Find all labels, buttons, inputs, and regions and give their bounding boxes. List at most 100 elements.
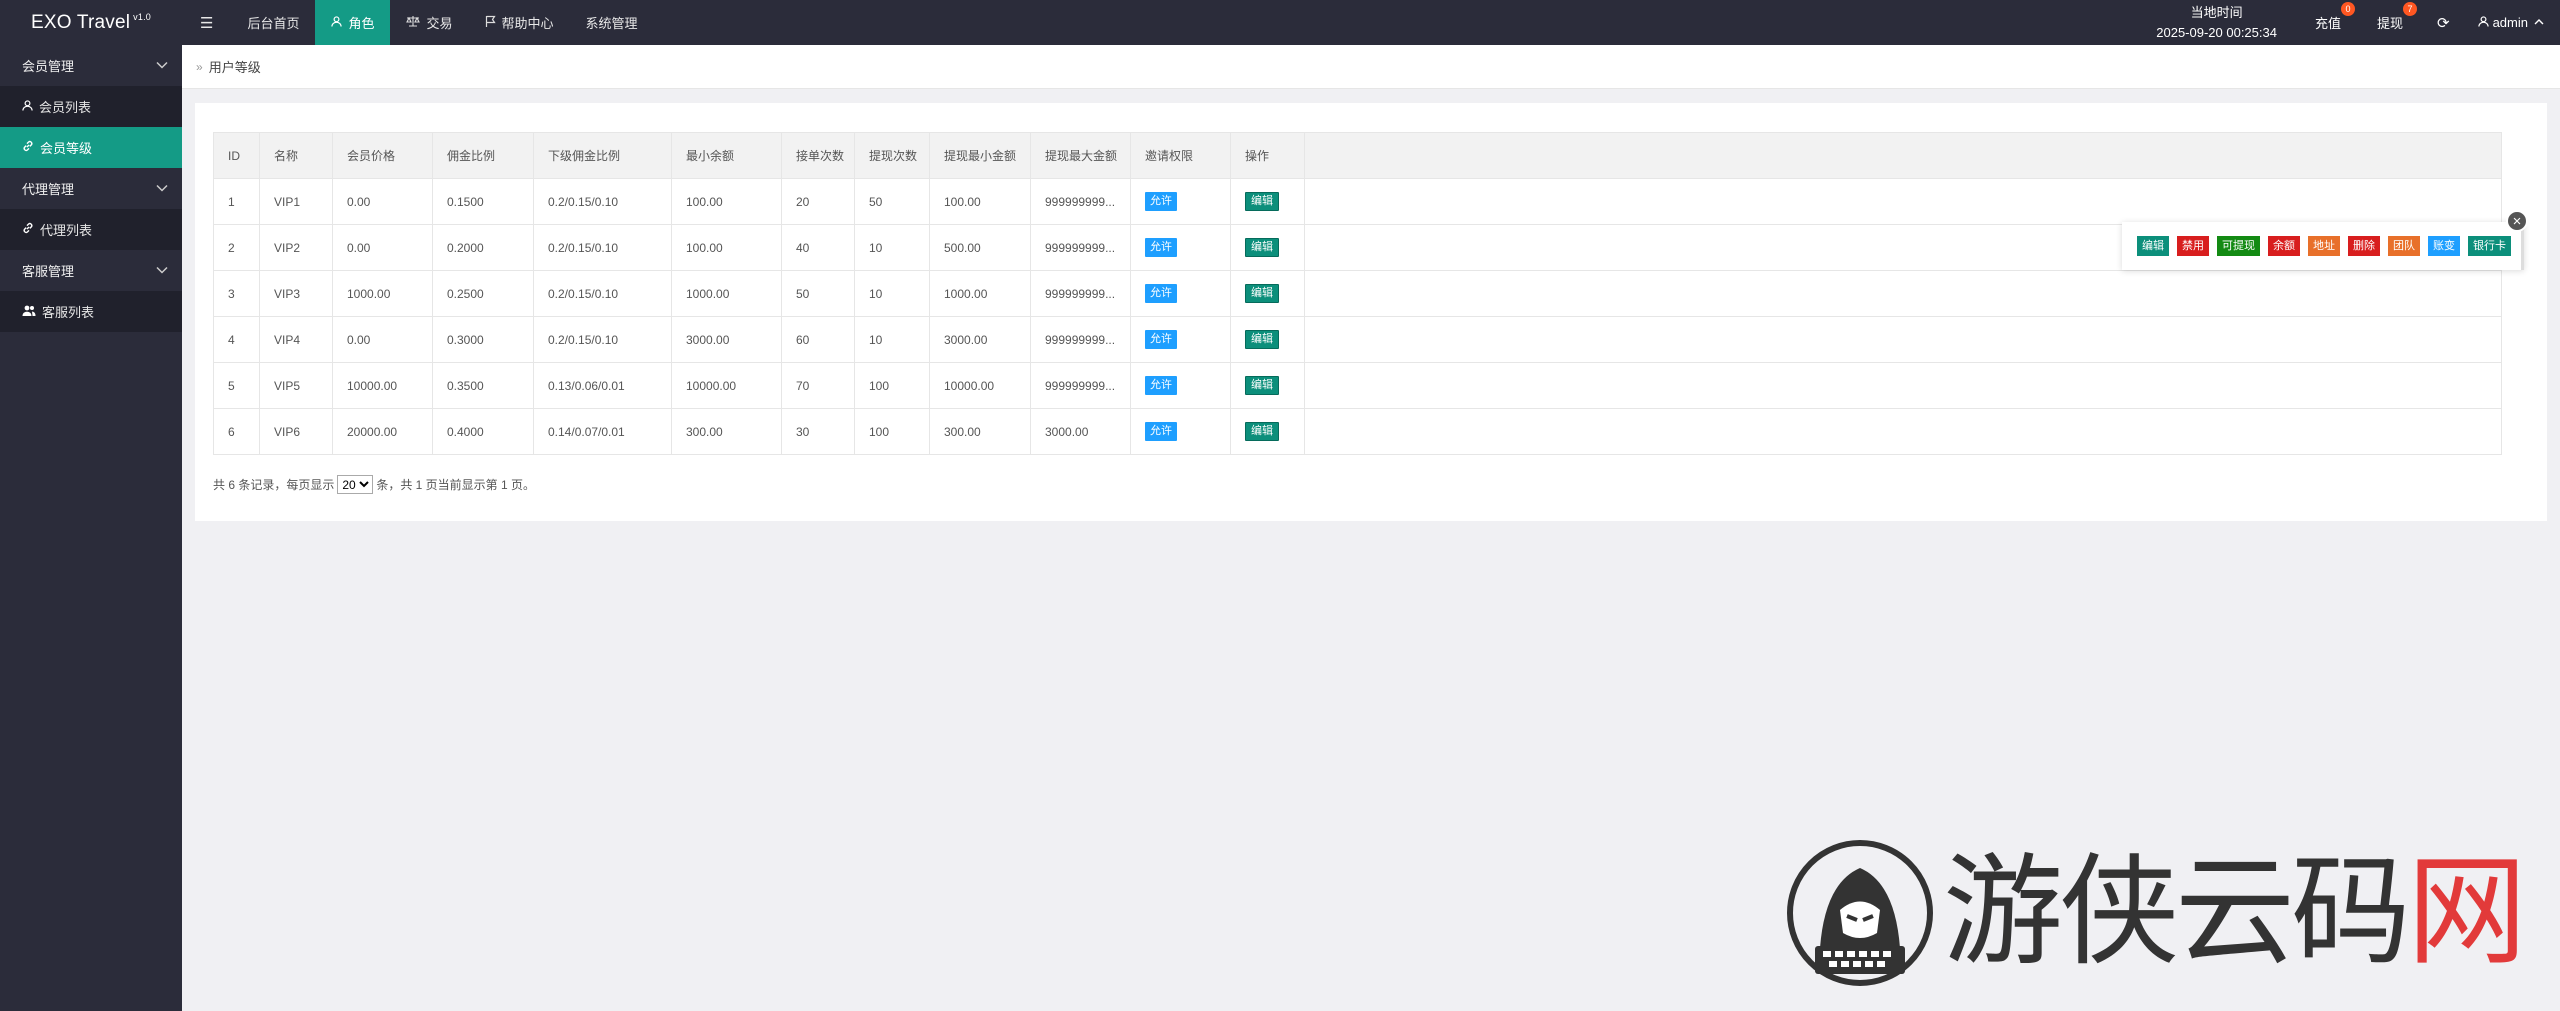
table-cell: 允许 xyxy=(1130,362,1231,409)
table-cell: 999999999... xyxy=(1030,362,1131,409)
invite-permission-button[interactable]: 允许 xyxy=(1145,422,1177,441)
nav-item-help[interactable]: 帮助中心 xyxy=(469,0,570,45)
toolbar-action-button[interactable]: 编辑 xyxy=(2137,236,2169,256)
table-cell: 300.00 xyxy=(929,408,1031,455)
edit-button[interactable]: 编辑 xyxy=(1245,376,1279,395)
column-header[interactable]: 提现最大金额 xyxy=(1030,132,1131,179)
cell-text: 999999999... xyxy=(1045,240,1116,255)
watermark-main: 游侠云码 xyxy=(1943,843,2411,982)
recharge-label: 充值 xyxy=(2314,16,2341,31)
nav-item-home[interactable]: 后台首页 xyxy=(231,0,315,45)
invite-permission-button[interactable]: 允许 xyxy=(1145,192,1177,211)
table-cell: 40 xyxy=(781,224,855,271)
withdraw-button[interactable]: 提现 7 xyxy=(2359,0,2421,45)
edit-button[interactable]: 编辑 xyxy=(1245,238,1279,257)
table-cell: 0.00 xyxy=(332,224,433,271)
sidebar-group-members[interactable]: 会员管理 xyxy=(0,45,182,86)
table-row: 1 VIP1 0.00 0.1500 0.2/0.15/0.10 100.00 20 50 10… xyxy=(213,178,2502,225)
cell-text: 70 xyxy=(796,378,810,393)
brand-logo[interactable]: EXO Travel v1.0 xyxy=(0,0,182,45)
nav-item-system[interactable]: 系统管理 xyxy=(570,0,654,45)
toolbar-action-button[interactable]: 余额 xyxy=(2268,236,2300,256)
invite-permission-button[interactable]: 允许 xyxy=(1145,238,1177,257)
toolbar-action-button[interactable]: 账变 xyxy=(2428,236,2460,256)
recharge-button[interactable]: 充值 0 xyxy=(2297,0,2359,45)
column-header[interactable]: 提现次数 xyxy=(854,132,930,179)
edit-button[interactable]: 编辑 xyxy=(1245,422,1279,441)
user-menu[interactable]: admin xyxy=(2466,0,2560,45)
toolbar-action-button[interactable]: 团队 xyxy=(2388,236,2420,256)
cell-text: VIP3 xyxy=(274,286,301,301)
cell-text: 0.3500 xyxy=(447,378,484,393)
cell-text: 1000.00 xyxy=(347,286,391,301)
cell-text: 0.00 xyxy=(347,332,371,347)
invite-permission-button[interactable]: 允许 xyxy=(1145,330,1177,349)
link-icon xyxy=(22,222,34,237)
sidebar-item-label: 代理列表 xyxy=(40,223,93,238)
table-cell: 0.1500 xyxy=(432,178,534,225)
column-header[interactable]: 邀请权限 xyxy=(1130,132,1231,179)
cell-text: 0.3000 xyxy=(447,332,484,347)
page-size-select[interactable]: 20 xyxy=(337,475,374,494)
column-header[interactable]: 名称 xyxy=(259,132,333,179)
toolbar-action-button[interactable]: 银行卡 xyxy=(2468,236,2511,256)
cell-text: 2 xyxy=(228,240,235,255)
cell-text: 0.00 xyxy=(347,194,371,209)
table-cell: 10000.00 xyxy=(929,362,1031,409)
table-cell-filler xyxy=(1304,362,2502,409)
column-header[interactable]: 操作 xyxy=(1230,132,1305,179)
sidebar-item-member-list[interactable]: 会员列表 xyxy=(0,86,182,127)
toolbar-action-button[interactable]: 删除 xyxy=(2348,236,2380,256)
level-table: ID 名称 会员价格 佣金比例 下级佣金比例 最小余额 接单次数 提现次数 提现… xyxy=(213,132,2502,455)
column-header[interactable]: 会员价格 xyxy=(332,132,433,179)
cell-text: 0.4000 xyxy=(447,424,484,439)
column-header[interactable]: 提现最小金额 xyxy=(929,132,1031,179)
cell-text: 100 xyxy=(869,424,890,439)
toolbar-action-button[interactable]: 禁用 xyxy=(2177,236,2209,256)
watermark-accent: 网 xyxy=(2407,843,2527,982)
pager-suffix: 条，共 1 页当前显示第 1 页。 xyxy=(376,478,536,492)
sidebar-item-member-level[interactable]: 会员等级 xyxy=(0,127,182,168)
toolbar-action-button[interactable]: 可提现 xyxy=(2217,236,2260,256)
pager-prefix: 共 6 条记录，每页显示 xyxy=(213,478,335,492)
invite-permission-button[interactable]: 允许 xyxy=(1145,376,1177,395)
cell-text: VIP1 xyxy=(274,194,301,209)
sidebar-group-agents[interactable]: 代理管理 xyxy=(0,168,182,209)
nav-item-role[interactable]: 角色 xyxy=(315,0,391,45)
floating-action-toolbar: 编辑 禁用 可提现 余额 地址 删除 团队 账变 银行卡 xyxy=(2122,222,2524,270)
top-bar: EXO Travel v1.0 ☰ 后台首页 角色 交易 帮助中心 系统管理 当… xyxy=(0,0,2560,45)
sidebar-item-agent-list[interactable]: 代理列表 xyxy=(0,209,182,250)
table-cell: 10 xyxy=(854,316,930,363)
invite-permission-button[interactable]: 允许 xyxy=(1145,284,1177,303)
menu-toggle-button[interactable]: ☰ xyxy=(182,0,231,45)
sidebar-item-support-list[interactable]: 客服列表 xyxy=(0,291,182,332)
table-cell: 0.14/0.07/0.01 xyxy=(533,408,672,455)
cell-text: 60 xyxy=(796,332,810,347)
column-header[interactable]: 下级佣金比例 xyxy=(533,132,672,179)
table-row: 6 VIP6 20000.00 0.4000 0.14/0.07/0.01 300.00 3… xyxy=(213,408,2502,455)
nav-item-trade[interactable]: 交易 xyxy=(390,0,468,45)
table-cell: 5 xyxy=(213,362,260,409)
table-cell: VIP4 xyxy=(259,316,333,363)
close-icon: × xyxy=(2512,212,2522,230)
table-cell: 0.2/0.15/0.10 xyxy=(533,316,672,363)
table-cell: 0.00 xyxy=(332,178,433,225)
chevron-down-icon xyxy=(156,183,168,195)
cell-text: 0.14/0.07/0.01 xyxy=(548,424,625,439)
sidebar-group-support[interactable]: 客服管理 xyxy=(0,250,182,291)
column-header[interactable]: 最小余额 xyxy=(671,132,782,179)
edit-button[interactable]: 编辑 xyxy=(1245,192,1279,211)
edit-button[interactable]: 编辑 xyxy=(1245,330,1279,349)
table-cell: 允许 xyxy=(1130,270,1231,317)
table-cell: 允许 xyxy=(1130,178,1231,225)
edit-button[interactable]: 编辑 xyxy=(1245,284,1279,303)
cell-text: 10 xyxy=(869,332,883,347)
refresh-button[interactable]: ⟳ xyxy=(2421,0,2466,45)
toolbar-action-button[interactable]: 地址 xyxy=(2308,236,2340,256)
table-cell: 0.3000 xyxy=(432,316,534,363)
column-header[interactable]: ID xyxy=(213,132,260,179)
column-header[interactable]: 接单次数 xyxy=(781,132,855,179)
table-cell: 1000.00 xyxy=(332,270,433,317)
column-header[interactable]: 佣金比例 xyxy=(432,132,534,179)
close-toolbar-button[interactable]: × xyxy=(2506,210,2528,232)
